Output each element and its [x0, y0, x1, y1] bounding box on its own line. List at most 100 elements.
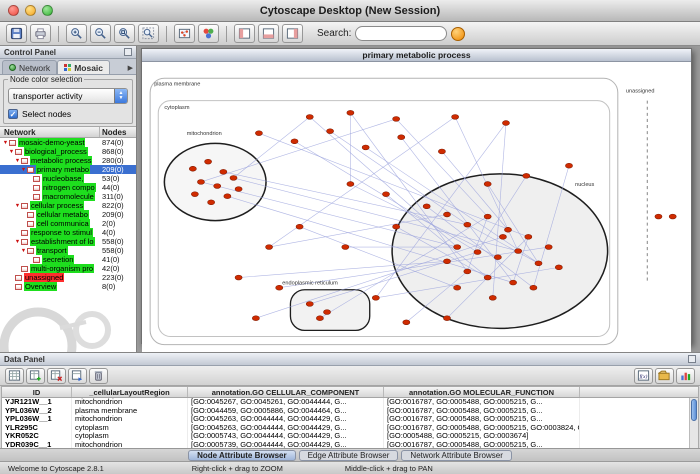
tree-node-icon — [33, 185, 40, 191]
tree-row[interactable]: ▼metabolic process280(0) — [0, 156, 136, 165]
print-icon[interactable] — [30, 24, 51, 43]
tree-row[interactable]: secretion41(0) — [0, 255, 136, 264]
expand-arrow-icon[interactable]: ▼ — [20, 248, 27, 254]
table-row[interactable]: YJR121W__1mitochondrion[GO:0045267, GO:0… — [2, 398, 698, 407]
expand-arrow-icon[interactable]: ▼ — [8, 149, 15, 155]
table-row[interactable]: YPL036W__2plasma membrane[GO:0044459, GO… — [2, 407, 698, 416]
table-row[interactable]: YPL036W__1mitochondrion[GO:0045263, GO:0… — [2, 415, 698, 424]
main-area: Control Panel Network Mosaic ▶ Node colo… — [0, 46, 700, 352]
expand-arrow-icon[interactable]: ▼ — [20, 167, 27, 173]
control-panel: Control Panel Network Mosaic ▶ Node colo… — [0, 46, 137, 352]
expand-arrow-icon[interactable]: ▼ — [14, 203, 21, 209]
expand-arrow-icon[interactable]: ▼ — [2, 140, 9, 146]
svg-text:plasma membrane: plasma membrane — [154, 81, 200, 87]
select-nodes-checkbox[interactable]: ✓ — [8, 109, 18, 119]
overview-icon[interactable] — [174, 24, 195, 43]
table-cell: YPL036W__1 — [2, 415, 72, 424]
zoom-selected-icon[interactable] — [114, 24, 135, 43]
table-cell: mitochondrion — [72, 441, 188, 449]
tab-network[interactable]: Network — [2, 60, 57, 74]
float-panel-button[interactable] — [124, 48, 132, 56]
column-header[interactable]: ID — [2, 387, 72, 397]
expand-arrow-icon[interactable]: ▼ — [14, 239, 21, 245]
window-titlebar[interactable]: Cytoscape Desktop (New Session) — [0, 0, 700, 22]
tree-row[interactable]: nucleobase,53(0) — [0, 174, 136, 183]
svg-text:mitochondrion: mitochondrion — [187, 131, 222, 137]
table-cell: [GO:0045267, GO:0045261, GO:0044444, G..… — [188, 398, 384, 407]
panel-east-icon[interactable] — [282, 24, 303, 43]
expand-arrow-icon[interactable]: ▼ — [14, 158, 21, 164]
tree-row[interactable]: response to stimul4(0) — [0, 228, 136, 237]
vizmapper-icon[interactable] — [198, 24, 219, 43]
attr-delete-icon[interactable] — [47, 368, 66, 384]
column-header[interactable]: annotation.GO CELLULAR_COMPONENT — [188, 387, 384, 397]
table-scrollbar-thumb[interactable] — [691, 399, 697, 421]
attr-select-icon[interactable] — [5, 368, 24, 384]
close-window-button[interactable] — [8, 5, 19, 16]
network-canvas-svg[interactable]: plasma membranecytoplasmmitochondrionnuc… — [142, 62, 691, 352]
tree-row[interactable]: multi-organism pro42(0) — [0, 264, 136, 273]
search-go-icon[interactable] — [451, 27, 465, 41]
attr-create-icon[interactable] — [26, 368, 45, 384]
dropdown-arrows-icon: ▲▼ — [114, 89, 127, 103]
formula-icon[interactable]: f(x) — [634, 368, 653, 384]
data-panel-title: Data Panel — [4, 355, 45, 364]
panel-west-icon[interactable] — [234, 24, 255, 43]
trash-icon[interactable] — [89, 368, 108, 384]
tree-row[interactable]: Overview8(0) — [0, 282, 136, 291]
attribute-browser-tabs: Node Attribute BrowserEdge Attribute Bro… — [0, 448, 700, 461]
tree-row[interactable]: nitrogen compo44(0) — [0, 183, 136, 192]
tree-row[interactable]: unassigned223(0) — [0, 273, 136, 282]
column-header[interactable]: annotation.GO MOLECULAR_FUNCTION — [384, 387, 580, 397]
svg-text:unassigned: unassigned — [626, 88, 655, 94]
zoom-in-icon[interactable] — [66, 24, 87, 43]
column-header[interactable]: _cellularLayoutRegion — [72, 387, 188, 397]
tree-node-icon — [33, 257, 40, 263]
tab-network-attribute-browser[interactable]: Network Attribute Browser — [401, 450, 511, 461]
zoom-fit-icon[interactable] — [138, 24, 159, 43]
tab-overflow-arrow[interactable]: ▶ — [128, 64, 136, 74]
tree-row-count: 2(0) — [101, 219, 136, 228]
panel-south-icon[interactable] — [258, 24, 279, 43]
tree-row-count: 280(0) — [101, 156, 136, 165]
tree-header-nodes[interactable]: Nodes — [100, 127, 136, 137]
tree-row[interactable]: cellular metabo209(0) — [0, 210, 136, 219]
tree-node-icon — [27, 248, 34, 254]
save-icon[interactable] — [6, 24, 27, 43]
tree-row[interactable]: cell communica2(0) — [0, 219, 136, 228]
table-row[interactable]: YLR295Ccytoplasm[GO:0045263, GO:0044444,… — [2, 424, 698, 433]
tree-row[interactable]: ▼cellular process822(0) — [0, 201, 136, 210]
tree-node-icon — [27, 221, 34, 227]
zoom-window-button[interactable] — [42, 5, 53, 16]
table-row[interactable]: YKR052Ccytoplasm[GO:0005743, GO:0044444,… — [2, 432, 698, 441]
tree-row-label: secretion — [42, 255, 74, 264]
network-canvas[interactable]: plasma membranecytoplasmmitochondrionnuc… — [142, 62, 691, 352]
chart-icon[interactable] — [676, 368, 695, 384]
table-scrollbar[interactable] — [689, 398, 698, 448]
tree-row[interactable]: ▼primary metabo209(0) — [0, 165, 136, 174]
tab-mosaic[interactable]: Mosaic — [57, 60, 110, 74]
svg-text:endoplasmic reticulum: endoplasmic reticulum — [282, 281, 338, 287]
tree-row[interactable]: ▼mosaic-demo-yeast874(0) — [0, 138, 136, 147]
node-color-dropdown[interactable]: transporter activity ▲▼ — [8, 88, 128, 104]
float-data-panel-button[interactable] — [688, 355, 696, 363]
tab-node-attribute-browser[interactable]: Node Attribute Browser — [188, 450, 296, 461]
status-pan-hint: Middle-click + drag to PAN — [345, 464, 433, 473]
open-folder-icon[interactable] — [655, 368, 674, 384]
tree-header-network[interactable]: Network — [0, 127, 100, 137]
search-input[interactable] — [355, 26, 447, 41]
tree-row[interactable]: macromolecule311(0) — [0, 192, 136, 201]
table-cell: YJR121W__1 — [2, 398, 72, 407]
zoom-out-icon[interactable] — [90, 24, 111, 43]
table-cell: [GO:0044459, GO:0005886, GO:0044464, G..… — [188, 407, 384, 416]
tree-row[interactable]: ▼establishment of lo558(0) — [0, 237, 136, 246]
data-panel-toolbar: f(x) — [0, 366, 700, 386]
table-row[interactable]: YDR039C__1mitochondrion[GO:0005739, GO:0… — [2, 441, 698, 449]
minimize-window-button[interactable] — [25, 5, 36, 16]
tree-row[interactable]: ▼transport558(0) — [0, 246, 136, 255]
tree-row[interactable]: ▼biological_process868(0) — [0, 147, 136, 156]
tree-node-icon — [21, 203, 28, 209]
tab-edge-attribute-browser[interactable]: Edge Attribute Browser — [299, 450, 399, 461]
network-view-title[interactable]: primary metabolic process — [142, 49, 691, 62]
attr-match-icon[interactable] — [68, 368, 87, 384]
